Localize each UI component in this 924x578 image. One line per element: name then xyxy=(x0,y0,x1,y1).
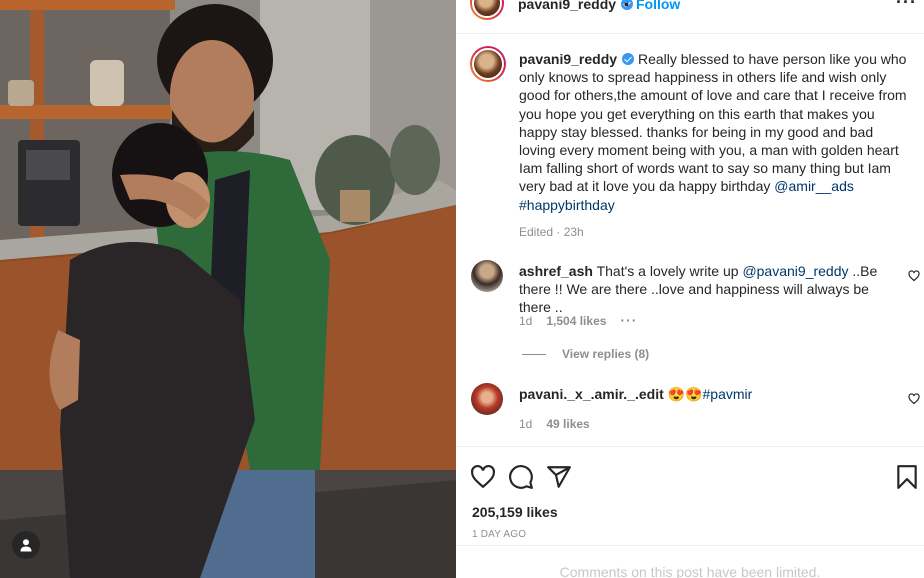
comments-limited-notice: Comments on this post have been limited. xyxy=(456,545,924,578)
comment-mention[interactable]: @pavani9_reddy xyxy=(742,263,848,279)
caption-username[interactable]: pavani9_reddy xyxy=(519,51,617,67)
bookmark-icon[interactable] xyxy=(896,464,918,490)
more-options-icon[interactable]: ··· xyxy=(896,0,917,13)
comment-more-icon[interactable]: ··· xyxy=(620,312,637,328)
comment-meta: 1d 49 likes xyxy=(519,417,604,431)
like-heart-icon[interactable] xyxy=(470,464,496,490)
post-timestamp[interactable]: 1 DAY AGO xyxy=(472,529,526,540)
share-icon[interactable] xyxy=(546,464,572,490)
comment-like-heart-icon[interactable] xyxy=(908,270,920,282)
post-header: pavani9_reddy • Follow ··· xyxy=(456,0,924,34)
post-photo[interactable] xyxy=(0,0,456,578)
comment-icon[interactable] xyxy=(508,464,534,490)
author-avatar[interactable] xyxy=(470,0,504,20)
comment-text: ashref_ash That's a lovely write up @pav… xyxy=(519,263,878,315)
comment-hashtag[interactable]: #pavmir xyxy=(703,386,753,402)
post-photo-illustration xyxy=(0,0,456,578)
caption-mention[interactable]: @amir__ads xyxy=(774,178,854,194)
comment-age[interactable]: 1d xyxy=(519,417,532,431)
commenter-username[interactable]: pavani._x_.amir._.edit xyxy=(519,386,664,402)
user-tag-icon xyxy=(20,539,32,552)
separator-dot: • xyxy=(624,0,629,12)
caption: pavani9_reddy Really blessed to have per… xyxy=(519,50,911,214)
comment-meta: 1d 1,504 likes ··· xyxy=(519,312,651,328)
comment-age[interactable]: 1d xyxy=(519,314,532,328)
verified-badge-icon xyxy=(622,53,635,65)
caption-body: Really blessed to have person like you w… xyxy=(519,51,907,195)
comment-text: pavani._x_.amir._.edit 😍😍#pavmir xyxy=(519,385,904,403)
commenter-username[interactable]: ashref_ash xyxy=(519,263,593,279)
follow-button[interactable]: Follow xyxy=(636,0,680,12)
commenter-avatar[interactable] xyxy=(471,260,503,292)
author-username[interactable]: pavani9_reddy xyxy=(518,0,634,12)
comment-likes[interactable]: 1,504 likes xyxy=(546,314,606,328)
post-details-panel: pavani9_reddy • Follow ··· pavani9_reddy… xyxy=(456,0,924,578)
post-likes-count[interactable]: 205,159 likes xyxy=(472,504,558,520)
view-replies-button[interactable]: View replies (8) xyxy=(522,347,649,361)
caption-edited-timestamp[interactable]: Edited · 23h xyxy=(519,225,584,239)
user-tag-button[interactable] xyxy=(12,531,40,559)
commenter-avatar[interactable] xyxy=(471,383,503,415)
comment-likes[interactable]: 49 likes xyxy=(546,417,589,431)
caption-hashtag[interactable]: #happybirthday xyxy=(519,197,615,213)
comment-emojis: 😍😍 xyxy=(667,386,703,402)
post-actions: 205,159 likes 1 DAY AGO Comments on this… xyxy=(456,446,924,578)
comment-like-heart-icon[interactable] xyxy=(908,393,920,405)
caption-avatar[interactable] xyxy=(470,46,506,82)
